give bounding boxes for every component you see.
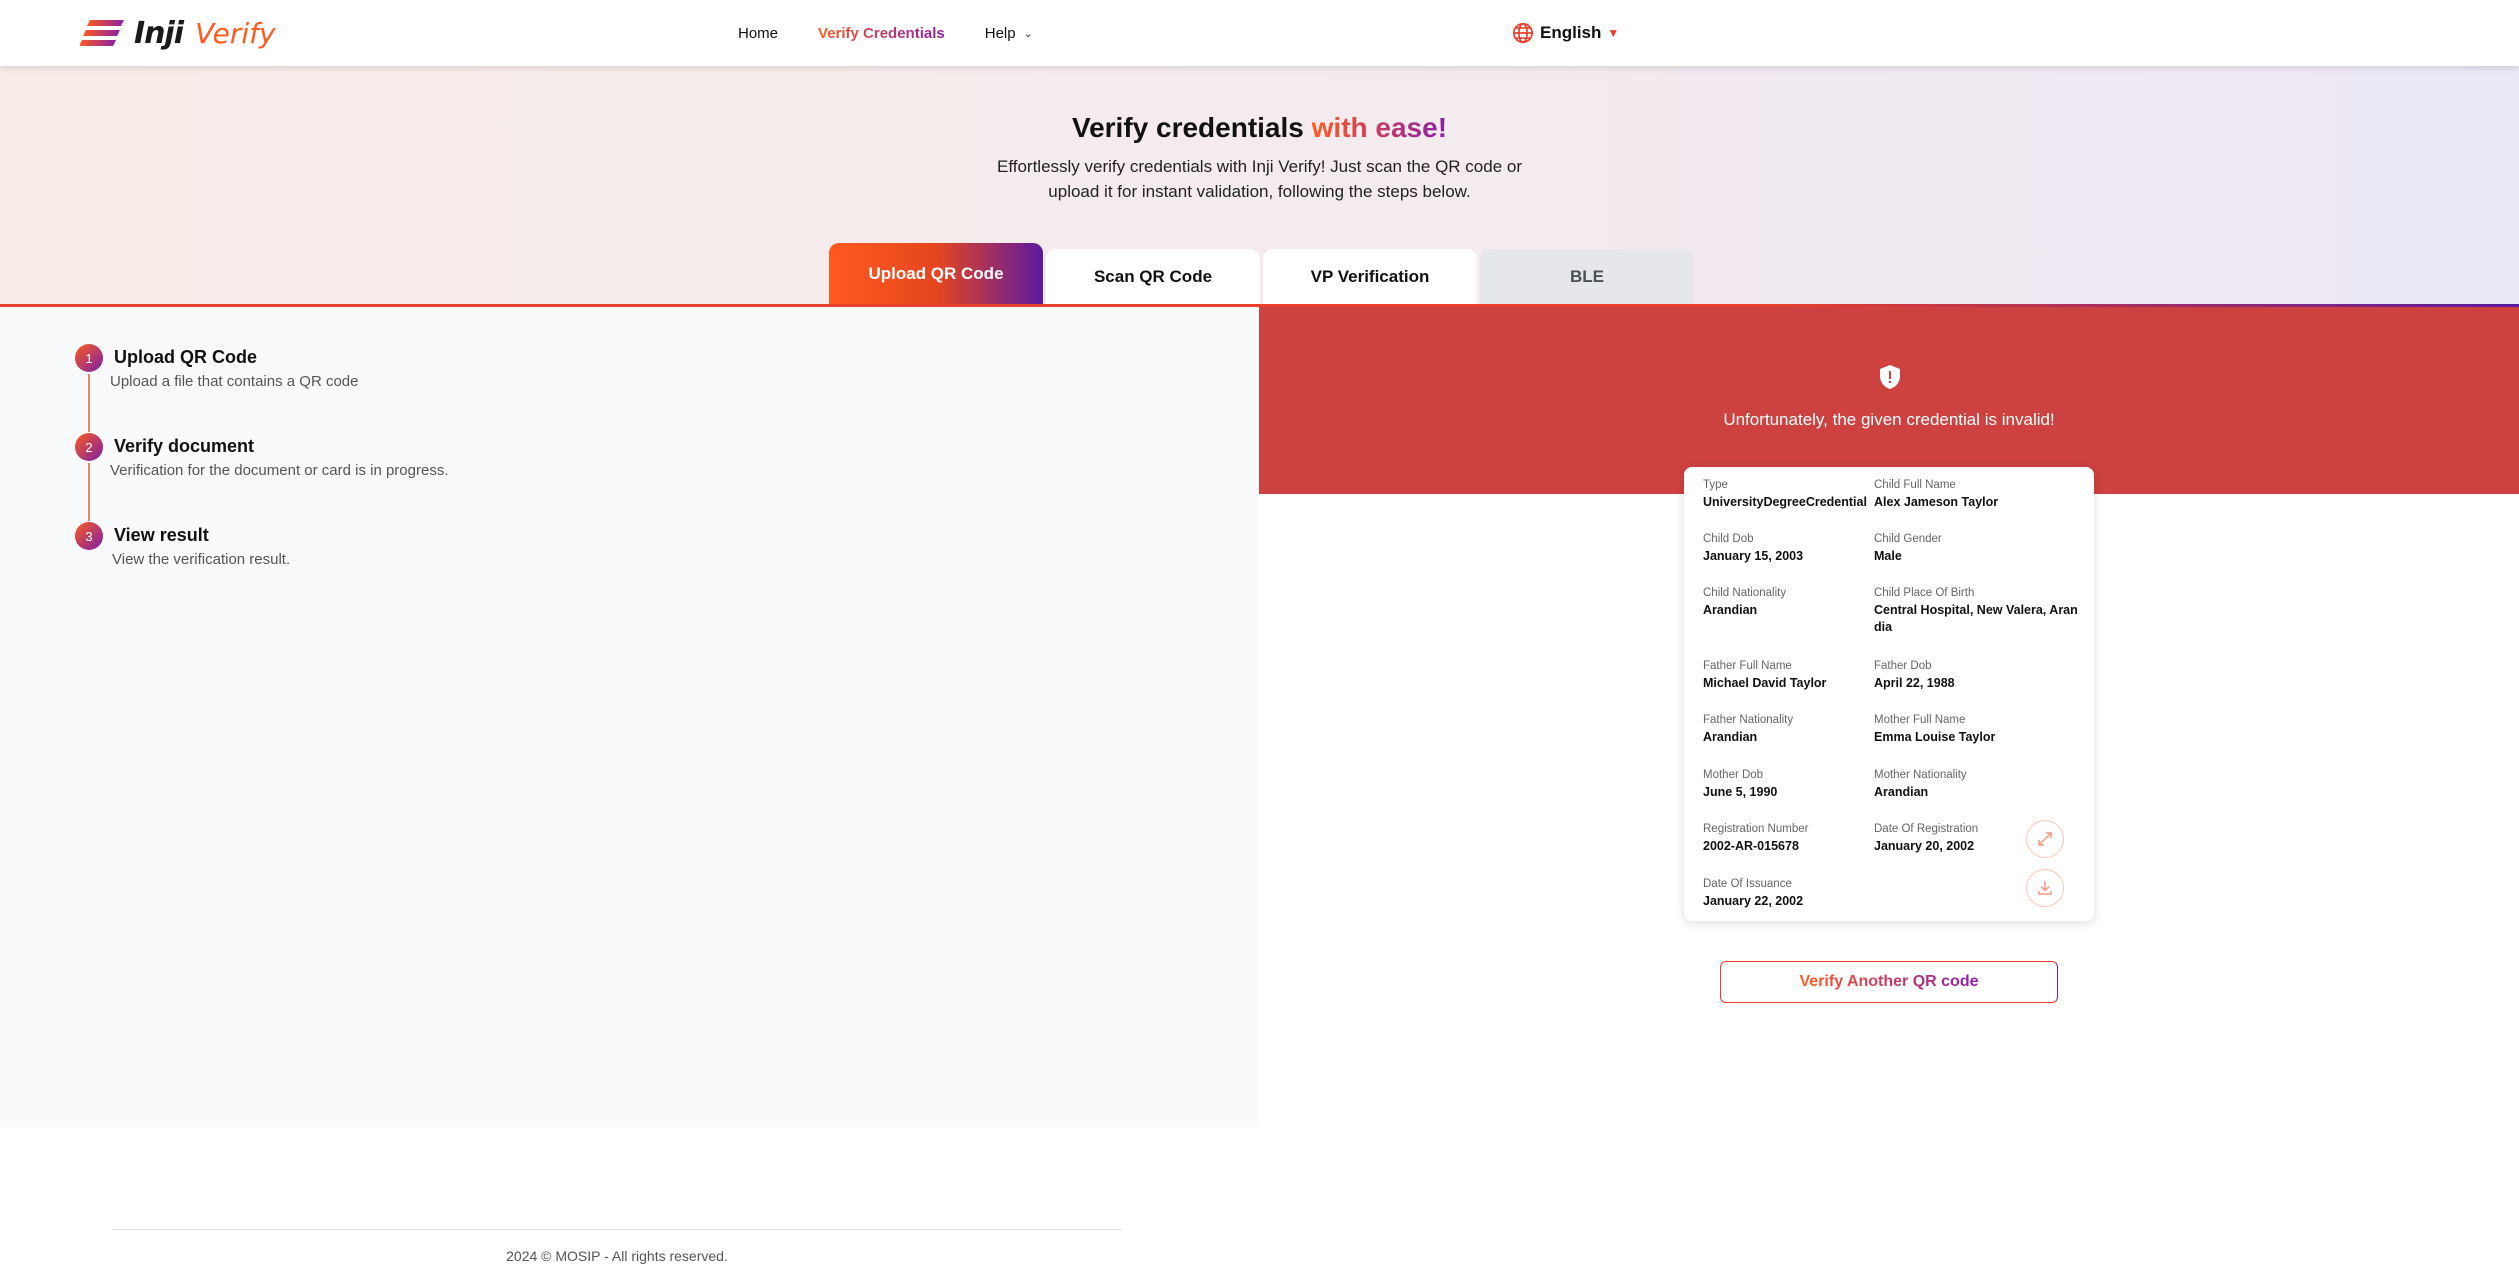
chevron-down-icon: ⌄ xyxy=(1023,27,1033,40)
field-value: January 20, 2002 xyxy=(1874,839,1975,853)
inji-logo-icon xyxy=(80,20,124,46)
tab-ble[interactable]: BLE xyxy=(1480,249,1694,305)
field-label: Child Place Of Birth xyxy=(1874,587,1975,599)
step-connector xyxy=(88,374,90,432)
field-label: Father Full Name xyxy=(1703,660,1792,672)
caret-down-icon: ▼ xyxy=(1607,26,1620,40)
logo-text-verify: Verify xyxy=(195,16,276,50)
field-value: Male xyxy=(1874,549,1902,563)
verification-tabs: Upload QR Code Scan QR Code VP Verificat… xyxy=(829,243,1694,305)
field-value: January 15, 2003 xyxy=(1703,549,1804,563)
invalid-status-message: Unfortunately, the given credential is i… xyxy=(1723,410,2055,429)
step-connector xyxy=(88,463,90,521)
step-title: View result xyxy=(114,525,209,545)
globe-icon xyxy=(1513,23,1533,43)
expand-icon xyxy=(2038,832,2052,846)
footer-copyright: 2024 © MOSIP - All rights reserved. xyxy=(506,1248,728,1264)
field-value: 2002-AR-015678 xyxy=(1703,839,1799,853)
field-value: Arandian xyxy=(1874,785,1929,799)
field-father-full-name: Father Full Name Michael David Taylor xyxy=(1703,659,1878,692)
field-value: June 5, 1990 xyxy=(1703,785,1778,799)
field-value: UniversityDegreeCredential xyxy=(1703,495,1867,509)
field-registration-number: Registration Number 2002-AR-015678 xyxy=(1703,822,1878,855)
field-label: Registration Number xyxy=(1703,823,1809,835)
field-label: Child Dob xyxy=(1703,533,1754,545)
nav-help-label: Help xyxy=(984,24,1016,42)
field-value: Michael David Taylor xyxy=(1703,676,1827,690)
field-mother-nationality: Mother Nationality Arandian xyxy=(1874,768,2049,801)
main-nav: Home Verify Credentials Help ⌄ xyxy=(738,0,1033,66)
field-father-nationality: Father Nationality Arandian xyxy=(1703,713,1878,746)
field-child-gender: Child Gender Male xyxy=(1874,532,2049,565)
field-label: Date Of Registration xyxy=(1874,823,1979,835)
field-value: Emma Louise Taylor xyxy=(1874,730,1996,744)
step-title: Upload QR Code xyxy=(114,347,257,367)
field-child-dob: Child Dob January 15, 2003 xyxy=(1703,532,1878,565)
field-label: Child Full Name xyxy=(1874,479,1956,491)
credential-card: Type UniversityDegreeCredential Child Fu… xyxy=(1684,467,2094,921)
field-mother-full-name: Mother Full Name Emma Louise Taylor xyxy=(1874,713,2049,746)
download-icon xyxy=(2038,881,2052,895)
step-title: Verify document xyxy=(114,436,255,456)
field-value: Central Hospital, New Valera, Arandia xyxy=(1874,603,2078,634)
page-subtitle-line-2: upload it for instant validation, follow… xyxy=(1048,182,1471,201)
page-title: Verify credentials with ease! xyxy=(0,112,2519,144)
step-description: View the verification result. xyxy=(112,551,291,568)
page-subtitle-line-1: Effortlessly verify credentials with Inj… xyxy=(996,157,1522,176)
field-child-place-of-birth: Child Place Of Birth Central Hospital, N… xyxy=(1874,586,2079,636)
result-panel: Unfortunately, the given credential is i… xyxy=(1259,307,2519,1127)
field-label: Mother Dob xyxy=(1703,769,1764,781)
field-value: Alex Jameson Taylor xyxy=(1874,495,1999,509)
field-date-of-issuance: Date Of Issuance January 22, 2002 xyxy=(1703,877,1878,910)
step-description: Verification for the document or card is… xyxy=(110,462,449,479)
field-child-nationality: Child Nationality Arandian xyxy=(1703,586,1878,619)
field-label: Child Gender xyxy=(1874,533,1942,545)
field-value: Arandian xyxy=(1703,603,1758,617)
field-label: Mother Nationality xyxy=(1874,769,1967,781)
field-label: Type xyxy=(1703,479,1728,491)
nav-help[interactable]: Help ⌄ xyxy=(985,25,1033,42)
page-title-main: Verify credentials xyxy=(1071,112,1304,143)
field-mother-dob: Mother Dob June 5, 1990 xyxy=(1703,768,1878,801)
language-selector[interactable]: English ▼ xyxy=(1512,0,1619,66)
field-father-dob: Father Dob April 22, 1988 xyxy=(1874,659,2049,692)
logo-text-inji: Inji xyxy=(134,15,184,51)
nav-verify-credentials[interactable]: Verify Credentials xyxy=(818,25,945,42)
top-header: Inji Verify Home Verify Credentials Help… xyxy=(0,0,2519,66)
field-value: April 22, 1988 xyxy=(1874,676,1955,690)
step-description: Upload a file that contains a QR code xyxy=(110,373,359,390)
download-button[interactable] xyxy=(2026,869,2064,907)
field-label: Father Dob xyxy=(1874,660,1932,672)
field-type: Type UniversityDegreeCredential xyxy=(1703,478,1878,511)
language-label: English xyxy=(1540,23,1602,42)
field-label: Child Nationality xyxy=(1703,587,1787,599)
step-number: 2 xyxy=(75,433,103,461)
field-child-full-name: Child Full Name Alex Jameson Taylor xyxy=(1874,478,2049,511)
tab-scan-qr-code[interactable]: Scan QR Code xyxy=(1046,249,1260,305)
tab-vp-verification[interactable]: VP Verification xyxy=(1263,249,1477,305)
expand-button[interactable] xyxy=(2026,820,2064,858)
field-label: Mother Full Name xyxy=(1874,714,1966,726)
verify-another-qr-label: Verify Another QR code xyxy=(1799,973,1979,990)
field-date-of-registration: Date Of Registration January 20, 2002 xyxy=(1874,822,2049,855)
tab-upload-qr-code[interactable]: Upload QR Code xyxy=(829,243,1043,305)
field-label: Father Nationality xyxy=(1703,714,1794,726)
footer-divider xyxy=(112,1229,1122,1230)
step-number: 1 xyxy=(75,344,103,372)
steps-panel: 1 Upload QR Code Upload a file that cont… xyxy=(0,307,1259,1127)
page-subtitle: Effortlessly verify credentials with Inj… xyxy=(0,154,2519,204)
nav-verify-credentials-label: Verify Credentials xyxy=(818,24,945,42)
verify-another-qr-button[interactable]: Verify Another QR code xyxy=(1720,961,2058,1003)
inji-verify-logo[interactable]: Inji Verify xyxy=(80,14,276,52)
step-number: 3 xyxy=(75,522,103,550)
field-value: January 22, 2002 xyxy=(1703,894,1804,908)
invalid-status-banner: Unfortunately, the given credential is i… xyxy=(1259,307,2519,494)
field-value: Arandian xyxy=(1703,730,1758,744)
nav-home[interactable]: Home xyxy=(738,25,778,42)
shield-alert-icon xyxy=(1880,365,1900,389)
page-title-accent: with ease! xyxy=(1311,112,1448,143)
field-label: Date Of Issuance xyxy=(1703,878,1792,890)
nav-home-label: Home xyxy=(738,24,779,42)
